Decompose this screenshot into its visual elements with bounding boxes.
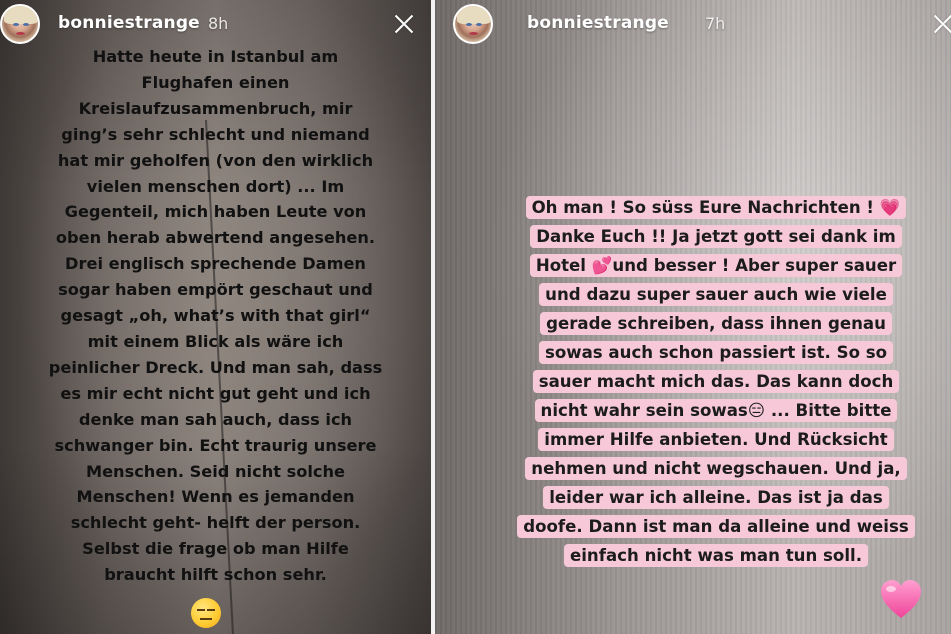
story-text-line: mit einem Blick als wäre ich xyxy=(87,331,344,351)
story-text: Hatte heute in Istanbul am Flughafen eine… xyxy=(14,44,417,588)
story-header: bonniestrange 8h xyxy=(0,0,431,50)
highlighted-text: sowas auch schon passiert ist. So so xyxy=(538,341,894,364)
highlighted-text: sauer macht mich das. Das kann doch xyxy=(532,370,900,393)
highlighted-text: nehmen und nicht wegschauen. Und ja, xyxy=(525,457,907,480)
highlighted-text: doofe. Dann ist man da alleine und weiss xyxy=(517,515,915,538)
story-text-line: peinlicher Dreck. Und man sah, dass xyxy=(48,357,383,377)
story-text-line: sauer macht mich das. Das kann doch xyxy=(471,367,951,396)
username[interactable]: bonniestrange xyxy=(527,13,669,33)
story-text-line: Menschen! Wenn es jemanden xyxy=(76,487,355,507)
story-text-line: und dazu super sauer auch wie viele xyxy=(471,280,951,309)
highlighted-text: nicht wahr sein sowas😑 ... Bitte bitte xyxy=(534,399,898,422)
story-text-line: doofe. Dann ist man da alleine und weiss xyxy=(471,512,951,541)
story-text-line: Menschen. Seid nicht solche xyxy=(85,461,346,481)
story-panel-right[interactable]: bonniestrange 7h Oh man ! So süss Eure N… xyxy=(435,0,951,634)
story-text-line: Flughafen einen xyxy=(141,72,290,92)
story-text-line: Drei englisch sprechende Damen xyxy=(65,254,366,274)
story-text-line: gesagt „oh, what’s with that girl“ xyxy=(60,306,371,326)
avatar[interactable] xyxy=(0,4,40,44)
story-text-line: nehmen und nicht wegschauen. Und ja, xyxy=(471,454,951,483)
story-text-line: schlecht geht- helft der person. xyxy=(70,513,361,533)
story-text-line: oben herab abwertend angesehen. xyxy=(55,228,376,248)
story-text-line: Oh man ! So süss Eure Nachrichten ! 💗 xyxy=(471,193,951,222)
story-text-line: Kreislaufzusammenbruch, mir xyxy=(78,98,353,118)
story-text-line: Danke Euch !! Ja jetzt gott sei dank im xyxy=(471,222,951,251)
expressionless-face-emoji-icon xyxy=(191,598,221,628)
story-header: bonniestrange 7h xyxy=(435,0,951,50)
story-text-line: gerade schreiben, dass ihnen genau xyxy=(471,309,951,338)
highlighted-text: und dazu super sauer auch wie viele xyxy=(539,283,893,306)
story-text-line: Hotel 💕und besser ! Aber super sauer xyxy=(471,251,951,280)
story-text-line: es mir echt nicht gut geht und ich xyxy=(60,383,371,403)
story-text-line: ging’s sehr schlecht und niemand xyxy=(61,124,370,144)
avatar[interactable] xyxy=(453,4,493,44)
close-icon[interactable] xyxy=(929,10,951,38)
highlighted-text: Oh man ! So süss Eure Nachrichten ! 💗 xyxy=(525,196,907,219)
story-text-line: denke man sah auch, dass ich xyxy=(78,409,353,429)
story-text-line: schwanger bin. Echt traurig unsere xyxy=(54,435,377,455)
highlighted-text: immer Hilfe anbieten. Und Rücksicht xyxy=(538,428,894,451)
highlighted-text: Hotel 💕und besser ! Aber super sauer xyxy=(529,254,903,277)
story-text-line: sogar haben empört geschaut und xyxy=(58,280,373,300)
pink-heart-emoji-icon xyxy=(881,580,921,618)
username[interactable]: bonniestrange xyxy=(58,13,200,33)
highlighted-text: Danke Euch !! Ja jetzt gott sei dank im xyxy=(530,225,902,248)
story-text-line: sowas auch schon passiert ist. So so xyxy=(471,338,951,367)
story-text-line: Selbst die frage ob man Hilfe xyxy=(82,539,349,559)
story-text-line: vielen menschen dort) ... Im xyxy=(86,176,345,196)
story-panel-left[interactable]: bonniestrange 8h Hatte heute in Istanbul… xyxy=(0,0,431,634)
highlighted-text: gerade schreiben, dass ihnen genau xyxy=(540,312,892,335)
close-icon[interactable] xyxy=(390,10,418,38)
story-text-line: nicht wahr sein sowas😑 ... Bitte bitte xyxy=(471,396,951,425)
highlighted-text: einfach nicht was man tun soll. xyxy=(563,544,868,567)
highlighted-text: leider war ich alleine. Das ist ja das xyxy=(543,486,889,509)
story-text-line: hat mir geholfen (von den wirklich xyxy=(57,150,374,170)
timestamp: 8h xyxy=(208,14,229,33)
story-text-line: Gegenteil, mich haben Leute von xyxy=(64,202,367,222)
story-viewer: bonniestrange 8h Hatte heute in Istanbul… xyxy=(0,0,951,634)
story-text-line: leider war ich alleine. Das ist ja das xyxy=(471,483,951,512)
story-text-line: immer Hilfe anbieten. Und Rücksicht xyxy=(471,425,951,454)
story-text-line: braucht hilft schon sehr. xyxy=(104,565,327,585)
timestamp: 7h xyxy=(705,14,726,33)
story-text-line: einfach nicht was man tun soll. xyxy=(471,541,951,570)
story-text: Oh man ! So süss Eure Nachrichten ! 💗 Dan… xyxy=(471,193,951,570)
